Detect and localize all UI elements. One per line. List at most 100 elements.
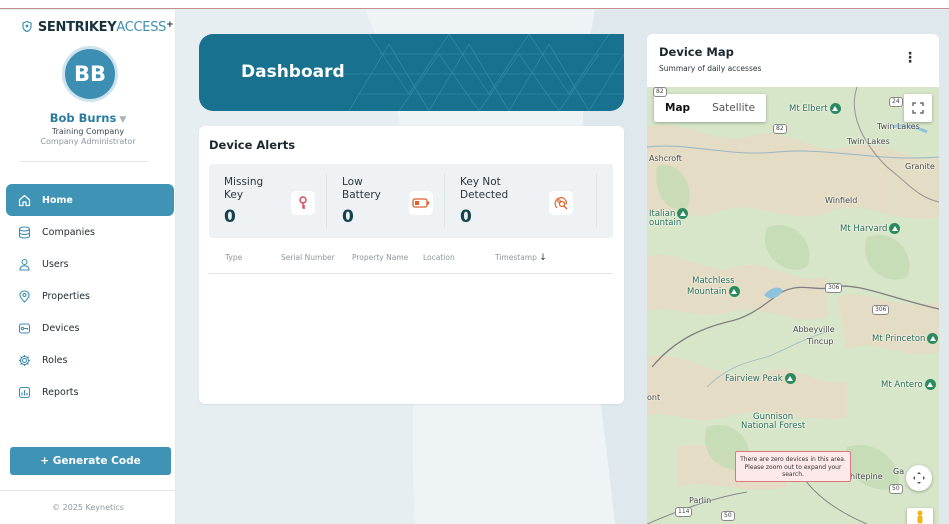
database-icon bbox=[17, 225, 31, 239]
brand-plus: + bbox=[166, 20, 174, 30]
device-map-subtitle: Summary of daily accesses bbox=[659, 64, 762, 73]
sidebar-item-label: Reports bbox=[42, 386, 79, 398]
sidebar-item-label: Users bbox=[42, 258, 69, 270]
route-shield: 306 bbox=[825, 283, 843, 293]
sidebar-item-reports[interactable]: Reports bbox=[6, 376, 174, 408]
stat-label-line1: Low bbox=[342, 176, 363, 188]
map-label-twin-lakes-2: Twin Lakes bbox=[847, 137, 890, 146]
column-header-serial-number[interactable]: Serial Number bbox=[281, 253, 335, 262]
stat-label: Key Not Detected bbox=[460, 176, 520, 202]
map-label-text: Matchless bbox=[692, 276, 735, 286]
notice-text: There are zero devices in this area. bbox=[740, 456, 846, 463]
pan-control-icon[interactable] bbox=[906, 465, 932, 491]
column-header-location[interactable]: Location bbox=[423, 253, 455, 262]
peak-icon bbox=[784, 373, 796, 384]
map-label-mt-princeton: Mt Princeton bbox=[872, 333, 939, 344]
map-label-parlin: Parlin bbox=[689, 496, 712, 505]
sidebar-item-devices[interactable]: Devices bbox=[6, 312, 174, 344]
top-border bbox=[0, 0, 949, 9]
route-shield: 306 bbox=[872, 305, 890, 315]
device-alerts-title: Device Alerts bbox=[209, 138, 296, 152]
map-label-text: Mt Harvard bbox=[840, 224, 888, 234]
more-vertical-icon[interactable]: ⋮ bbox=[903, 51, 917, 65]
zero-devices-notice: There are zero devices in this area. Ple… bbox=[735, 451, 851, 482]
street-view-pegman-icon[interactable] bbox=[907, 508, 933, 524]
brand-name-bold: SENTRIKEY bbox=[37, 20, 117, 35]
chevron-down-icon: ▼ bbox=[119, 115, 127, 125]
map-label-text: Mountain bbox=[687, 287, 727, 297]
fullscreen-icon[interactable] bbox=[904, 94, 932, 122]
brand-logo[interactable]: SENTRIKEYACCESS+ bbox=[22, 20, 174, 35]
alert-stats: Missing Key 0 Low Battery 0 Key Not Detecte… bbox=[209, 164, 613, 238]
user-menu[interactable]: Bob Burns ▼ bbox=[0, 111, 176, 125]
stat-label-line2: Battery bbox=[342, 189, 381, 201]
route-shield: 50 bbox=[889, 484, 903, 494]
sidebar-item-properties[interactable]: Properties bbox=[6, 280, 174, 312]
user-icon bbox=[17, 257, 31, 271]
column-header-property-name[interactable]: Property Name bbox=[352, 253, 408, 262]
bar-chart-icon bbox=[17, 385, 31, 399]
avatar-initials: BB bbox=[73, 62, 106, 86]
stat-low-battery[interactable]: Low Battery 0 bbox=[327, 174, 445, 228]
map-label-mt-antero: Mt Antero bbox=[881, 379, 936, 390]
column-header-type[interactable]: Type bbox=[225, 253, 242, 262]
map-label-winfield: Winfield bbox=[825, 196, 858, 205]
battery-low-icon bbox=[409, 191, 433, 215]
sidebar-nav: Home Companies Users Properties Devices … bbox=[6, 184, 174, 408]
route-shield: 82 bbox=[773, 124, 787, 134]
map-view[interactable]: Map Satellite Mt Elbert 82 82 24 Twin La… bbox=[647, 87, 939, 524]
map-label-italian-mountain: Italian ountain bbox=[649, 208, 689, 228]
stat-value: 0 bbox=[342, 207, 354, 227]
sort-arrow-icon: ↓ bbox=[539, 253, 547, 263]
sidebar-item-users[interactable]: Users bbox=[6, 248, 174, 280]
peak-icon bbox=[889, 223, 901, 234]
route-shield: 82 bbox=[653, 87, 667, 97]
stat-label-line2: Key bbox=[224, 189, 244, 201]
stat-label: Low Battery bbox=[342, 176, 402, 202]
map-type-map-button[interactable]: Map bbox=[654, 94, 701, 122]
route-shield: 24 bbox=[889, 97, 903, 107]
stat-value: 0 bbox=[224, 207, 236, 227]
avatar[interactable]: BB bbox=[62, 46, 118, 102]
map-label-fairview-peak: Fairview Peak bbox=[725, 373, 796, 384]
map-type-toggle: Map Satellite bbox=[654, 94, 767, 122]
map-label-ont: ont bbox=[647, 393, 661, 402]
route-shield: 50 bbox=[721, 511, 735, 521]
alerts-table-header: Type Serial Number Property Name Locatio… bbox=[209, 246, 613, 274]
sidebar-footer-divider bbox=[0, 490, 176, 491]
key-device-icon bbox=[17, 321, 31, 335]
page-title: Dashboard bbox=[241, 62, 345, 82]
map-label-ga: Ga bbox=[893, 467, 905, 476]
key-search-icon bbox=[549, 191, 573, 215]
map-label-whitepine: hitepine bbox=[850, 472, 883, 481]
device-map-title: Device Map bbox=[659, 45, 734, 59]
key-icon bbox=[291, 191, 315, 215]
map-label-granite: Granite bbox=[905, 162, 935, 171]
device-map-card: Device Map Summary of daily accesses ⋮ M… bbox=[647, 34, 939, 524]
sidebar-item-label: Devices bbox=[42, 322, 80, 334]
sidebar-item-roles[interactable]: Roles bbox=[6, 344, 174, 376]
map-label-text: Mt Elbert bbox=[789, 104, 828, 114]
stat-label-line1: Key Not bbox=[460, 176, 501, 188]
route-shield: 114 bbox=[675, 507, 693, 517]
user-name: Bob Burns bbox=[49, 111, 117, 125]
sidebar-item-label: Companies bbox=[42, 226, 96, 238]
copyright-text: © 2025 Keynetics bbox=[52, 503, 124, 512]
column-header-timestamp[interactable]: Timestamp ↓ bbox=[495, 253, 547, 263]
stat-label-line1: Missing bbox=[224, 176, 264, 188]
sidebar-item-companies[interactable]: Companies bbox=[6, 216, 174, 248]
map-type-satellite-button[interactable]: Satellite bbox=[701, 94, 766, 122]
column-header-timestamp-label: Timestamp bbox=[495, 253, 537, 262]
gear-icon bbox=[17, 353, 31, 367]
sidebar-item-home[interactable]: Home bbox=[6, 184, 174, 216]
stat-key-not-detected[interactable]: Key Not Detected 0 bbox=[445, 174, 597, 228]
generate-code-button[interactable]: + Generate Code bbox=[10, 447, 171, 475]
stat-label-line2: Detected bbox=[460, 189, 509, 201]
peak-icon bbox=[829, 103, 841, 114]
map-label-mt-elbert: Mt Elbert bbox=[789, 103, 841, 114]
map-label-text: Fairview Peak bbox=[725, 374, 783, 384]
map-label-twin-lakes: Twin Lakes bbox=[877, 122, 920, 131]
user-company: Training Company bbox=[51, 127, 125, 136]
map-label-mt-harvard: Mt Harvard bbox=[840, 223, 901, 234]
stat-missing-key[interactable]: Missing Key 0 bbox=[209, 174, 327, 228]
